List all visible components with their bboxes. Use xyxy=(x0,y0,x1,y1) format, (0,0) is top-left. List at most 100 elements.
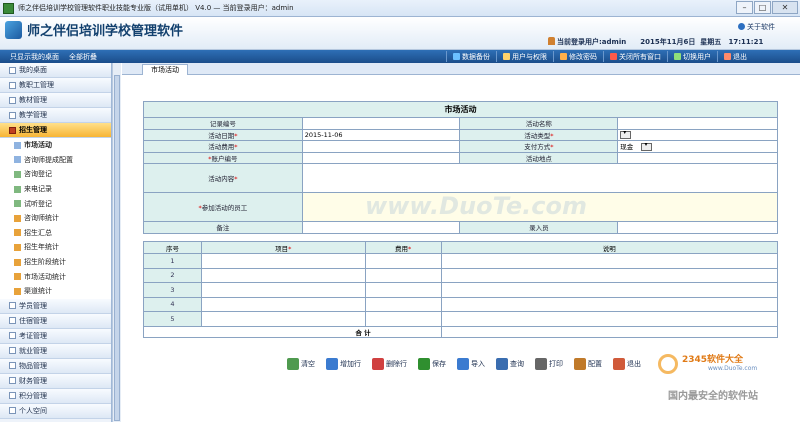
cost-cell[interactable] xyxy=(364,282,442,298)
desc-cell[interactable] xyxy=(440,296,779,312)
item-cell[interactable] xyxy=(200,253,366,269)
table-row[interactable]: 2 xyxy=(143,267,779,283)
bar-chart-icon xyxy=(14,258,21,266)
sidebar-group[interactable]: 个人空间 xyxy=(0,403,111,419)
table-row[interactable]: 5 xyxy=(143,311,779,327)
watermark: www.DuoTe.com xyxy=(365,192,587,220)
cost-field[interactable] xyxy=(301,140,461,153)
switch-user-icon xyxy=(674,53,681,60)
sidebar-scrollbar[interactable] xyxy=(112,63,121,422)
key-icon xyxy=(560,53,567,60)
date-label: 活动日期* xyxy=(143,128,303,141)
cost-cell[interactable] xyxy=(364,311,442,327)
app-icon xyxy=(3,2,14,14)
print-button[interactable]: 打印 xyxy=(535,358,563,370)
exit-button[interactable]: 退出 xyxy=(613,358,641,370)
folder-icon xyxy=(9,407,16,415)
folder-icon xyxy=(9,392,16,400)
activity-name-label: 活动名称 xyxy=(459,117,619,130)
chevron-down-icon[interactable] xyxy=(641,141,653,152)
sidebar-group[interactable]: 学员管理 xyxy=(0,298,111,314)
badge-logo-icon xyxy=(658,354,678,374)
import-button[interactable]: 导入 xyxy=(457,358,485,370)
desc-cell[interactable] xyxy=(440,282,779,298)
sidebar-sub-item[interactable]: 市场活动统计 xyxy=(0,269,111,284)
sidebar-group[interactable]: 考证管理 xyxy=(0,328,111,344)
content-field[interactable] xyxy=(301,163,779,193)
sidebar-sub-item[interactable]: 来电记录 xyxy=(0,181,111,197)
staff-label: *参加活动的员工 xyxy=(143,192,303,222)
sidebar-group[interactable]: 住宿管理 xyxy=(0,313,111,329)
tab-market-activity[interactable]: 市场活动 xyxy=(142,64,188,75)
item-cell[interactable] xyxy=(200,296,366,312)
table-row[interactable]: 4 xyxy=(143,296,779,312)
sidebar-group[interactable]: 教学管理 xyxy=(0,108,111,123)
sidebar-group[interactable]: 我的桌面 xyxy=(0,63,111,78)
item-cell[interactable] xyxy=(200,282,366,298)
desc-cell[interactable] xyxy=(440,267,779,283)
clear-icon xyxy=(287,358,299,370)
delete-row-button[interactable]: 删除行 xyxy=(372,358,407,370)
entry-label: 录入员 xyxy=(459,221,619,234)
sidebar-sub-item[interactable]: 试听登记 xyxy=(0,196,111,211)
close-button[interactable]: ✕ xyxy=(772,1,798,14)
show-desktop-link[interactable]: 只显示我的桌面 xyxy=(10,52,59,62)
add-row-button[interactable]: 增加行 xyxy=(326,358,361,370)
toolbar-key-button[interactable]: 修改密码 xyxy=(553,51,603,62)
chevron-down-icon[interactable] xyxy=(620,129,632,139)
settings-button[interactable]: 配置 xyxy=(574,358,602,370)
cost-cell[interactable] xyxy=(364,296,442,312)
minimize-button[interactable]: – xyxy=(736,1,753,14)
toolbar-exit-button[interactable]: 退出 xyxy=(717,51,753,62)
cost-cell[interactable] xyxy=(364,253,442,269)
save-button[interactable]: 保存 xyxy=(418,358,446,370)
sidebar-sub-item[interactable]: 市场活动 xyxy=(0,138,111,153)
desc-cell[interactable] xyxy=(440,311,779,327)
sidebar-group[interactable]: 物品管理 xyxy=(0,358,111,374)
sidebar-group[interactable]: 就业管理 xyxy=(0,343,111,359)
sidebar-sub-item[interactable]: 招生年统计 xyxy=(0,240,111,255)
entry-field[interactable] xyxy=(617,221,778,234)
collapse-all-link[interactable]: 全部折叠 xyxy=(69,52,97,62)
users-icon xyxy=(503,53,510,60)
table-row[interactable]: 1 xyxy=(143,253,779,269)
type-select[interactable] xyxy=(617,128,778,141)
current-date: 2015年11月6日 xyxy=(640,38,696,46)
location-field[interactable] xyxy=(617,151,778,164)
record-no-field[interactable] xyxy=(301,117,461,130)
sidebar-group[interactable]: 教材管理 xyxy=(0,93,111,108)
record-no-label: 记录编号 xyxy=(143,117,303,130)
sidebar-sub-item[interactable]: 咨询师提成配置 xyxy=(0,152,111,168)
sidebar-sub-item[interactable]: 招生阶段统计 xyxy=(0,254,111,270)
sidebar-group[interactable]: 财务管理 xyxy=(0,373,111,389)
item-cell[interactable] xyxy=(200,311,366,327)
scrollbar-thumb[interactable] xyxy=(114,75,120,421)
sidebar-sub-item[interactable]: 渠道统计 xyxy=(0,283,111,299)
account-field[interactable] xyxy=(301,151,461,164)
date-field[interactable]: 2015-11-06 xyxy=(301,128,461,141)
exit-icon xyxy=(724,53,731,60)
folder-icon xyxy=(9,362,16,370)
about-link[interactable]: 关于软件 xyxy=(738,22,775,32)
sidebar-group[interactable]: 积分管理 xyxy=(0,388,111,404)
maximize-button[interactable]: □ xyxy=(754,1,771,14)
sidebar-group[interactable]: 教职工管理 xyxy=(0,78,111,93)
row-number: 3 xyxy=(143,282,202,298)
payment-select[interactable]: 现金 xyxy=(617,140,778,153)
toolbar-close-windows-button[interactable]: 关闭所有窗口 xyxy=(603,51,667,62)
toolbar-users-button[interactable]: 用户与权限 xyxy=(496,51,553,62)
sidebar-sub-item[interactable]: 咨询登记 xyxy=(0,167,111,182)
clear-button[interactable]: 清空 xyxy=(287,358,315,370)
item-cell[interactable] xyxy=(200,267,366,283)
table-row[interactable]: 3 xyxy=(143,282,779,298)
toolbar-database-button[interactable]: 数据备份 xyxy=(446,51,496,62)
search-button[interactable]: 查询 xyxy=(496,358,524,370)
desc-cell[interactable] xyxy=(440,253,779,269)
sidebar-sub-item[interactable]: 招生汇总 xyxy=(0,225,111,241)
toolbar-switch-user-button[interactable]: 切换用户 xyxy=(667,51,717,62)
cost-cell[interactable] xyxy=(364,267,442,283)
sidebar-group[interactable]: 招生管理 xyxy=(0,123,111,138)
remark-field[interactable] xyxy=(301,221,461,234)
sidebar-sub-item[interactable]: 咨询师统计 xyxy=(0,210,111,226)
activity-name-field[interactable] xyxy=(617,117,778,130)
